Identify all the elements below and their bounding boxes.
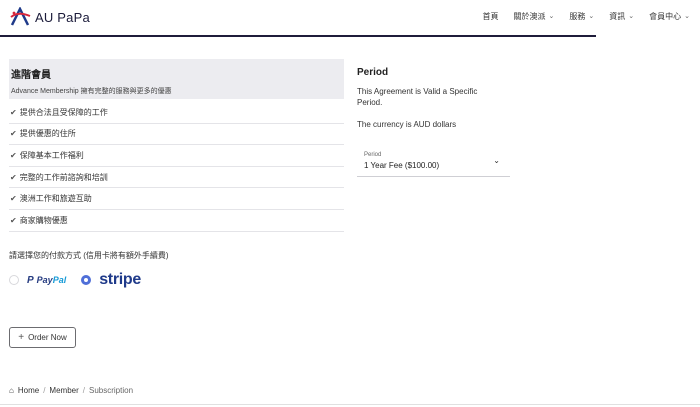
brand-name: AU PaPa [35, 9, 90, 25]
check-icon: ✔ [10, 215, 17, 225]
check-icon: ✔ [10, 150, 17, 160]
nav-item-info[interactable]: 資訊 ⌄ [609, 11, 634, 22]
order-now-label: Order Now [28, 333, 67, 342]
stripe-logo[interactable]: stripe [99, 271, 141, 289]
nav-item-home[interactable]: 首頁 [483, 11, 499, 22]
nav-item-label: 會員中心 [649, 12, 682, 21]
paypal-text-pay: Pay [36, 275, 53, 285]
nav-item-label: 資訊 [609, 12, 626, 21]
chevron-down-icon: ⌄ [588, 12, 595, 20]
paypal-radio[interactable] [9, 275, 19, 285]
footer-divider [0, 404, 700, 405]
feature-label: 澳洲工作和旅遊互助 [19, 194, 92, 204]
period-select[interactable]: Period 1 Year Fee ($100.00) ⌄ [357, 147, 510, 177]
order-now-button[interactable]: + Order Now [9, 327, 76, 348]
list-item: ✔ 提供優惠的住所 [9, 124, 344, 146]
feature-label: 商家購物優惠 [19, 215, 68, 225]
list-item: ✔ 保障基本工作福利 [9, 145, 344, 167]
logo-icon [10, 7, 31, 26]
chevron-down-icon: ⌄ [628, 12, 635, 20]
paypal-logo[interactable]: P Pay Pal [27, 275, 66, 286]
home-icon[interactable]: ⌂ [9, 386, 14, 395]
nav-item-label: 關於澳派 [513, 12, 546, 21]
main-nav: 首頁 關於澳派 ⌄ 服務 ⌄ 資訊 ⌄ 會員中心 ⌄ [483, 11, 691, 22]
breadcrumb-home[interactable]: Home [18, 386, 39, 395]
membership-card-header: 進階會員 Advance Membership 擁有完整的服務與更多的優惠 [9, 59, 344, 99]
check-icon: ✔ [10, 194, 17, 204]
list-item: ✔ 提供合法且受保障的工作 [9, 102, 344, 124]
payment-method-label: 請選擇您的付款方式 (信用卡將有額外手續費) [9, 251, 169, 260]
breadcrumb-separator: / [43, 386, 46, 395]
plus-icon: + [18, 332, 25, 343]
header-divider [0, 35, 596, 37]
period-select-value: 1 Year Fee ($100.00) [364, 161, 440, 170]
feature-list: ✔ 提供合法且受保障的工作 ✔ 提供優惠的住所 ✔ 保障基本工作福利 ✔ 完整的… [9, 102, 344, 232]
period-title: Period [357, 67, 389, 78]
chevron-down-icon: ⌄ [684, 12, 690, 20]
payment-options: P Pay Pal stripe [9, 270, 141, 290]
site-header: AU PaPa 首頁 關於澳派 ⌄ 服務 ⌄ 資訊 ⌄ 會員中心 ⌄ [0, 0, 700, 34]
currency-note: The currency is AUD dollars [357, 120, 457, 129]
feature-label: 保障基本工作福利 [19, 150, 84, 160]
membership-title: 進階會員 [11, 70, 51, 81]
check-icon: ✔ [10, 107, 17, 117]
chevron-down-icon: ⌄ [548, 12, 555, 20]
chevron-down-icon: ⌄ [493, 156, 500, 165]
list-item: ✔ 完整的工作前諮詢和培訓 [9, 167, 344, 189]
period-description: This Agreement is Valid a Specific Perio… [357, 87, 478, 107]
nav-item-label: 服務 [569, 12, 586, 21]
period-panel: Period This Agreement is Valid a Specifi… [357, 67, 517, 129]
breadcrumb-separator: / [82, 386, 85, 395]
period-select-label: Period [364, 152, 382, 158]
nav-item-services[interactable]: 服務 ⌄ [569, 11, 594, 22]
feature-label: 提供優惠的住所 [19, 129, 76, 139]
nav-item-about[interactable]: 關於澳派 ⌄ [514, 11, 555, 22]
brand-logo[interactable]: AU PaPa [10, 7, 90, 27]
nav-item-member-center[interactable]: 會員中心 ⌄ [649, 11, 690, 22]
paypal-text-pal: Pal [52, 275, 67, 285]
check-icon: ✔ [10, 172, 17, 182]
membership-subtitle: Advance Membership 擁有完整的服務與更多的優惠 [11, 88, 172, 95]
nav-item-label: 首頁 [482, 12, 499, 21]
check-icon: ✔ [10, 129, 17, 139]
list-item: ✔ 商家購物優惠 [9, 210, 344, 232]
paypal-icon: P [27, 274, 34, 286]
breadcrumb-member[interactable]: Member [49, 386, 78, 395]
feature-label: 完整的工作前諮詢和培訓 [19, 172, 108, 182]
list-item: ✔ 澳洲工作和旅遊互助 [9, 188, 344, 210]
breadcrumb: ⌂ Home / Member / Subscription [9, 386, 133, 395]
stripe-radio[interactable] [81, 275, 92, 285]
breadcrumb-current: Subscription [89, 386, 134, 395]
feature-label: 提供合法且受保障的工作 [19, 107, 108, 117]
